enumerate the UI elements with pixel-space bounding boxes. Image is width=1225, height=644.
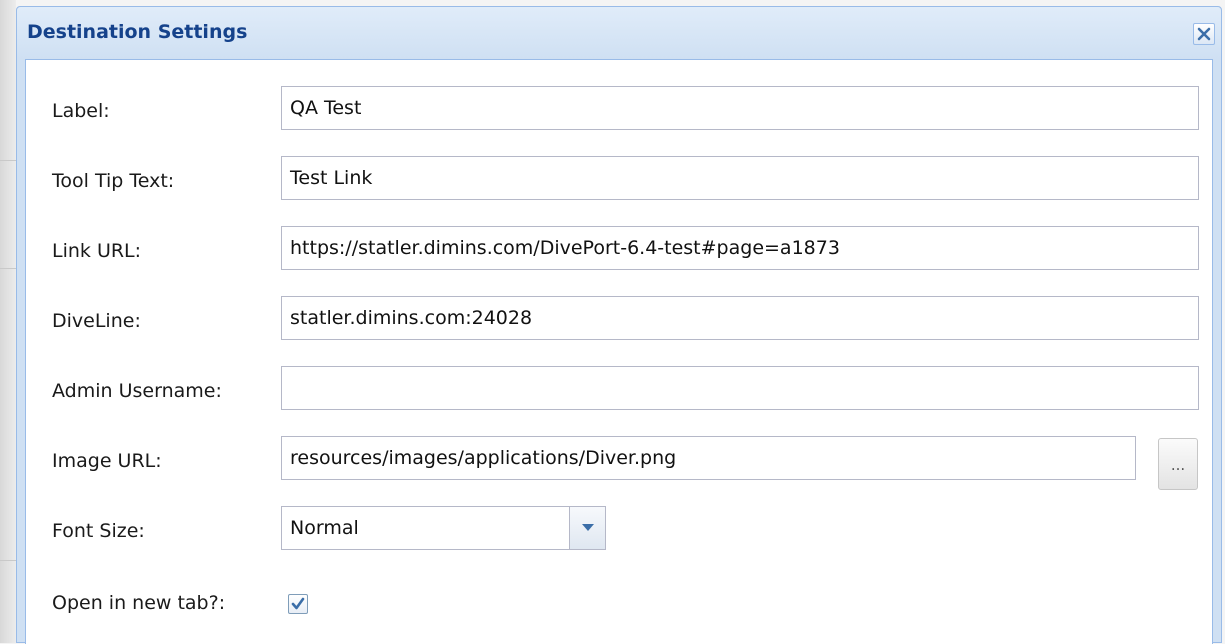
dialog-title: Destination Settings xyxy=(27,21,248,43)
background-panel xyxy=(0,0,16,643)
open-new-tab-checkbox[interactable] xyxy=(288,594,308,614)
font-size-field-label: Font Size: xyxy=(52,520,145,542)
image-url-field-label: Image URL: xyxy=(52,450,162,472)
tooltip-field-label: Tool Tip Text: xyxy=(52,170,175,192)
dialog-header[interactable]: Destination Settings xyxy=(17,7,1221,59)
background-divider xyxy=(0,560,16,561)
background-divider xyxy=(0,160,16,161)
image-url-input[interactable]: resources/images/applications/Diver.png xyxy=(281,436,1136,480)
background-divider xyxy=(0,268,16,269)
chevron-down-icon xyxy=(582,524,594,531)
font-size-selected-value: Normal xyxy=(290,517,359,539)
destination-settings-dialog: Destination Settings Label: QA Test Tool… xyxy=(16,6,1222,644)
label-field-label: Label: xyxy=(52,100,110,122)
close-icon xyxy=(1197,27,1211,41)
link-url-field-label: Link URL: xyxy=(52,240,142,262)
font-size-dropdown-trigger[interactable] xyxy=(569,507,605,549)
close-button[interactable] xyxy=(1193,23,1215,45)
admin-username-field-label: Admin Username: xyxy=(52,380,222,402)
browse-image-button[interactable]: ... xyxy=(1158,438,1198,490)
diveline-input[interactable]: statler.dimins.com:24028 xyxy=(281,296,1199,340)
open-new-tab-field-label: Open in new tab?: xyxy=(52,592,226,614)
link-url-input[interactable]: https://statler.dimins.com/DivePort-6.4-… xyxy=(281,226,1199,270)
admin-username-input[interactable] xyxy=(281,366,1199,410)
tooltip-input[interactable]: Test Link xyxy=(281,156,1199,200)
dialog-body: Label: QA Test Tool Tip Text: Test Link … xyxy=(25,59,1213,644)
label-input[interactable]: QA Test xyxy=(281,86,1199,130)
diveline-field-label: DiveLine: xyxy=(52,310,141,332)
font-size-select[interactable]: Normal xyxy=(281,506,606,550)
checkmark-icon xyxy=(291,597,305,610)
